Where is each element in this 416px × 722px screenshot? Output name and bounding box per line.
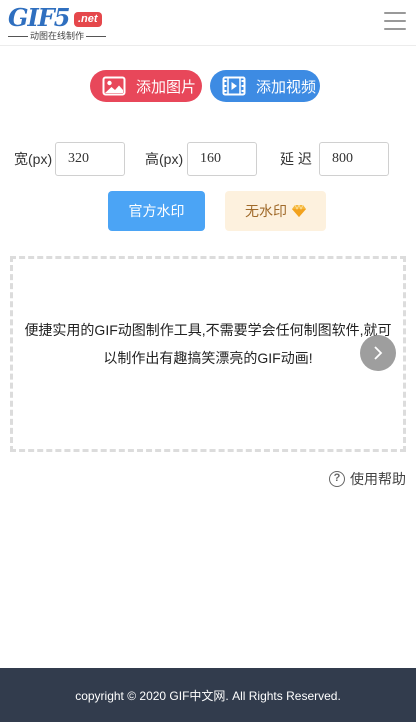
width-label: 宽(px) bbox=[14, 151, 53, 167]
height-label: 高(px) bbox=[145, 151, 184, 167]
film-icon bbox=[222, 76, 246, 96]
width-input[interactable] bbox=[55, 142, 125, 176]
gem-icon bbox=[292, 205, 306, 217]
official-watermark-button[interactable]: 官方水印 bbox=[108, 191, 205, 231]
intro-line-1: 便捷实用的GIF动图制作工具,不需要学会任何制图软件,就可 bbox=[24, 322, 392, 338]
intro-line-2: 以制作出有趣搞笑漂亮的GIF动画! bbox=[103, 350, 313, 366]
logo-tagline: 动图在线制作 bbox=[8, 31, 106, 42]
help-label: 使用帮助 bbox=[350, 471, 406, 487]
add-image-label: 添加图片 bbox=[136, 78, 197, 96]
chevron-right-icon bbox=[374, 346, 383, 360]
add-video-label: 添加视频 bbox=[256, 78, 317, 96]
no-watermark-button[interactable]: 无水印 bbox=[225, 191, 326, 231]
logo-text: GIF5 bbox=[8, 3, 70, 32]
delay-label: 延 迟 bbox=[280, 151, 312, 167]
add-image-button[interactable]: 添加图片 bbox=[90, 70, 202, 102]
add-video-button[interactable]: 添加视频 bbox=[210, 70, 320, 102]
no-watermark-label: 无水印 bbox=[245, 203, 287, 219]
question-circle-icon: ? bbox=[329, 471, 345, 487]
official-watermark-label: 官方水印 bbox=[128, 203, 185, 219]
next-slide-button[interactable] bbox=[360, 335, 396, 371]
intro-text: 便捷实用的GIF动图制作工具,不需要学会任何制图软件,就可 以制作出有趣搞笑漂亮… bbox=[23, 316, 393, 372]
height-input[interactable] bbox=[187, 142, 257, 176]
hamburger-menu-icon[interactable] bbox=[384, 12, 406, 32]
header: GIF5 .net 动图在线制作 bbox=[0, 0, 416, 46]
logo-domain: .net bbox=[74, 12, 102, 27]
footer: copyright © 2020 GIF中文网. All Rights Rese… bbox=[0, 668, 416, 722]
copyright-text: copyright © 2020 GIF中文网. All Rights Rese… bbox=[75, 688, 341, 703]
site-logo[interactable]: GIF5 .net 动图在线制作 bbox=[8, 6, 108, 42]
delay-input[interactable] bbox=[319, 142, 389, 176]
image-icon bbox=[102, 76, 126, 96]
gif-preview-area[interactable]: 便捷实用的GIF动图制作工具,不需要学会任何制图软件,就可 以制作出有趣搞笑漂亮… bbox=[10, 256, 406, 452]
help-link[interactable]: ? 使用帮助 bbox=[329, 469, 406, 489]
